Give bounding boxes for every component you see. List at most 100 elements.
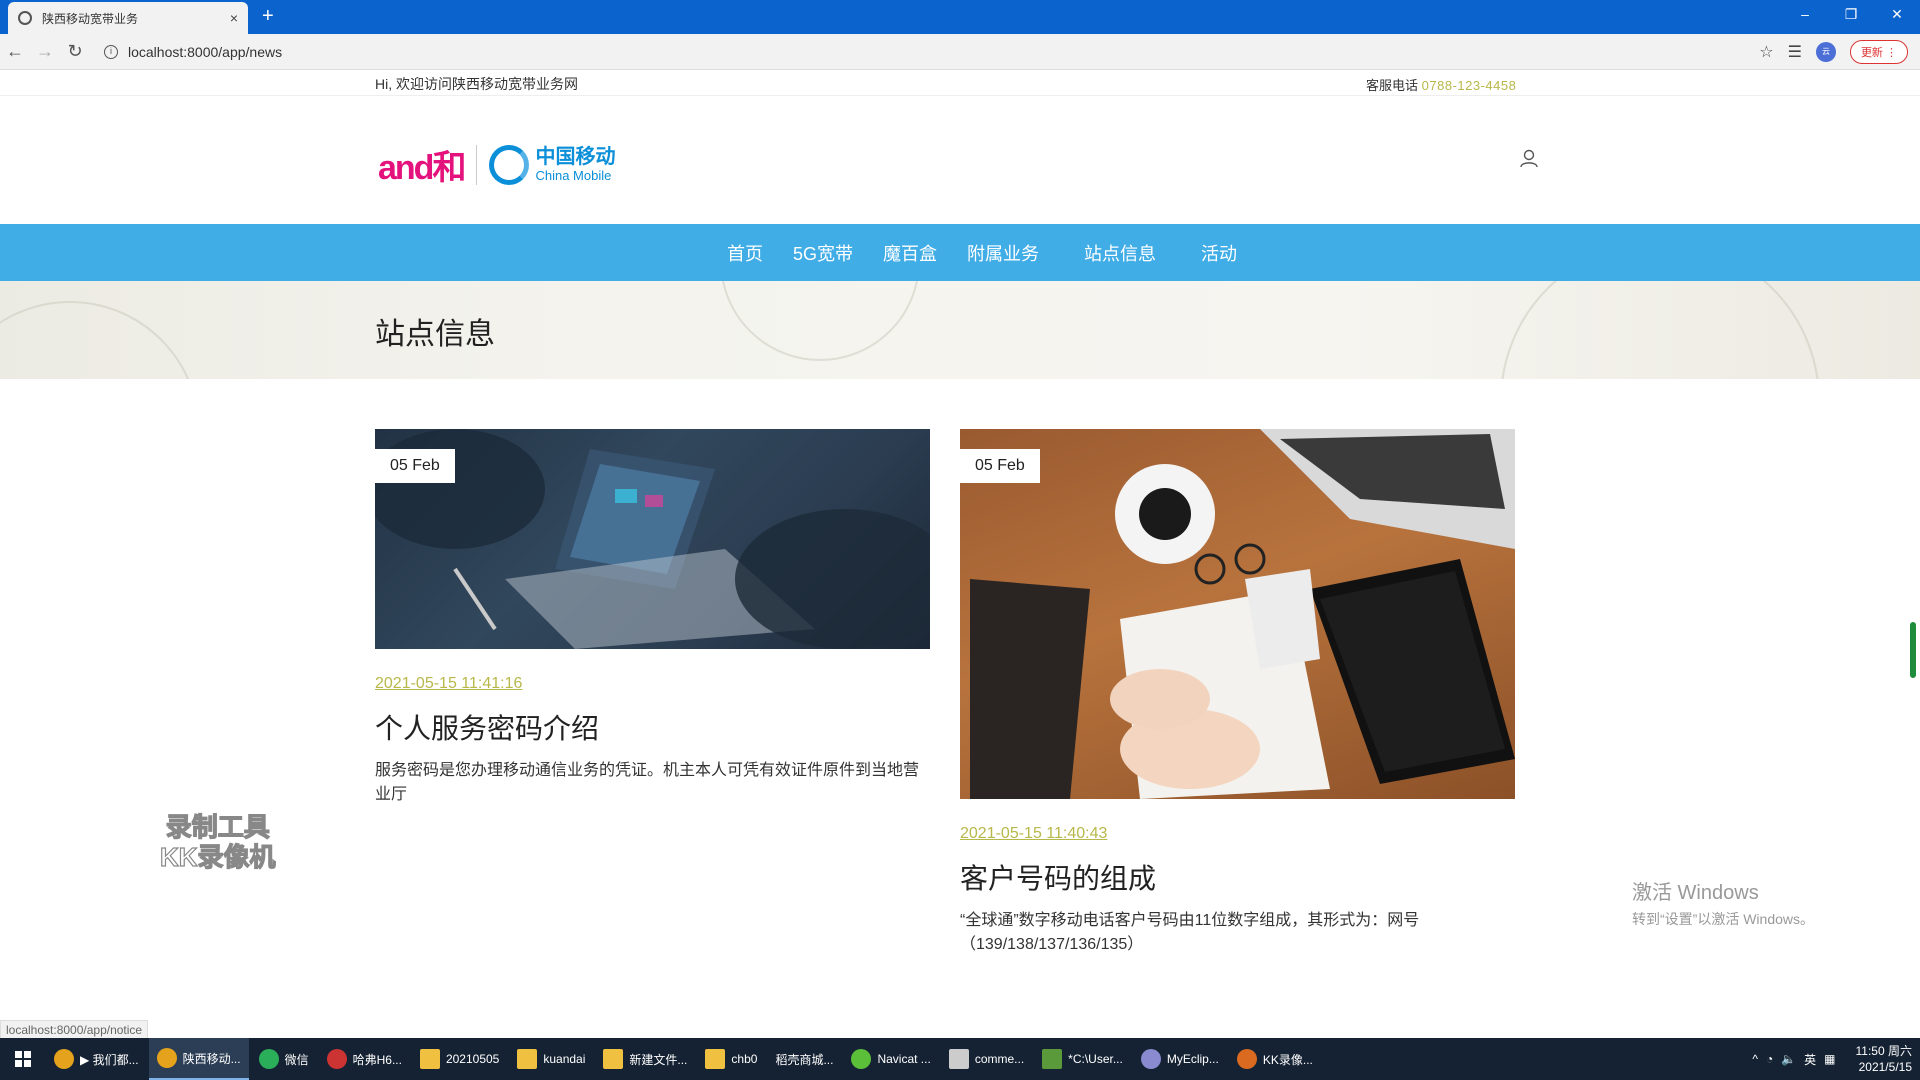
article-title[interactable]: 个人服务密码介绍 [375, 707, 930, 747]
hotline: 客服电话 0788-123-4458 [1366, 75, 1516, 94]
chrome-icon [54, 1049, 74, 1069]
banner-decoration [1500, 281, 1820, 379]
taskbar-item[interactable]: Navicat ... [843, 1038, 938, 1080]
browser-tabbar: 陕西移动宽带业务 × + – ❐ ✕ [0, 0, 1920, 34]
restore-button[interactable]: ❐ [1828, 0, 1874, 30]
desk-workspace-illustration [970, 429, 1515, 799]
date-badge: 05 Feb [375, 449, 455, 483]
taskbar-item[interactable]: 20210505 [412, 1038, 507, 1080]
nav-site-info[interactable]: 站点信息 [1084, 240, 1156, 266]
windows-activation-watermark: 激活 Windows 转到“设置”以激活 Windows。 [1632, 882, 1815, 927]
hotline-number[interactable]: 0788-123-4458 [1422, 78, 1517, 93]
wechat-icon [258, 1049, 279, 1069]
new-tab-button[interactable]: + [262, 6, 274, 26]
windows-taskbar: ▶ 我们都... 陕西移动... 微信 哈弗H6... 20210505 kua… [0, 1038, 1920, 1080]
window-controls: – ❐ ✕ [1782, 0, 1920, 30]
taskbar-item[interactable]: 哈弗H6... [319, 1038, 410, 1080]
tab-title: 陕西移动宽带业务 [42, 11, 139, 26]
close-tab-icon[interactable]: × [230, 10, 238, 26]
folder-icon [705, 1049, 726, 1069]
app-icon [326, 1049, 347, 1069]
eclipse-icon [1140, 1049, 1161, 1069]
browser-tab[interactable]: 陕西移动宽带业务 × [8, 2, 248, 34]
taskbar-item[interactable]: 稻壳商城... [767, 1038, 841, 1080]
article-image[interactable]: 05 Feb [375, 429, 930, 649]
article-excerpt: 服务密码是您办理移动通信业务的凭证。机主本人可凭有效证件原件到当地营业厅 [375, 762, 920, 803]
folder-icon [517, 1049, 538, 1069]
banner-decoration [0, 301, 200, 379]
taskbar-item[interactable]: comme... [941, 1038, 1032, 1080]
system-clock[interactable]: 11:50 周六 2021/5/15 [1856, 1043, 1912, 1075]
notepad-icon [1042, 1049, 1063, 1069]
page-title: 站点信息 [375, 317, 495, 352]
navicat-icon [851, 1049, 872, 1069]
keyboard-icon[interactable]: ▦ [1824, 1052, 1835, 1066]
site-logo[interactable]: and和 中国移动 China Mobile [378, 140, 615, 189]
status-bar-url: localhost:8000/app/notice [0, 1020, 149, 1040]
minimize-button[interactable]: – [1782, 0, 1828, 30]
taskbar-item[interactable]: MyEclip... [1133, 1038, 1227, 1080]
site-header: and和 中国移动 China Mobile [0, 96, 1920, 224]
taskbar-item[interactable]: 陕西移动... [148, 1038, 249, 1080]
taskbar-item[interactable]: KK录像... [1229, 1038, 1321, 1080]
page-banner: 站点信息 [0, 281, 1920, 379]
url-field[interactable]: localhost:8000/app/news [128, 44, 282, 60]
reload-icon[interactable]: ↻ [60, 41, 90, 62]
document-icon [948, 1049, 969, 1069]
china-mobile-swirl-icon [489, 144, 530, 185]
taskbar-item[interactable]: 微信 [251, 1038, 317, 1080]
globe-icon [18, 11, 32, 25]
windows-logo-icon [15, 1051, 31, 1067]
network-icon[interactable]: ◔ [1766, 1052, 1773, 1066]
taskbar-item[interactable]: ▶ 我们都... [46, 1038, 147, 1080]
star-icon[interactable]: ☆ [1759, 42, 1773, 62]
start-button[interactable] [0, 1038, 46, 1080]
and-logo: and和 [378, 149, 466, 187]
article-timestamp[interactable]: 2021-05-15 11:40:43 [960, 825, 1515, 843]
kk-recorder-watermark: 录制工具 KK录像机 [159, 811, 276, 872]
update-button[interactable]: 更新 ⋮ [1849, 39, 1908, 64]
kk-recorder-icon [1236, 1049, 1257, 1069]
taskbar-item[interactable]: kuandai [509, 1038, 593, 1080]
article-title[interactable]: 客户号码的组成 [960, 857, 1515, 897]
taskbar-item[interactable]: *C:\User... [1034, 1038, 1131, 1080]
profile-avatar[interactable]: 云 [1815, 41, 1836, 62]
article-card[interactable]: 05 Feb 2021-05-15 11:40:43 客户号码的组成 “全球通”… [960, 429, 1515, 957]
folder-icon [603, 1049, 624, 1069]
reading-list-icon[interactable]: ☰ [1788, 42, 1802, 62]
nav-5g-broadband[interactable]: 5G宽带 [793, 240, 853, 266]
nav-home[interactable]: 首页 [727, 240, 763, 266]
forward-arrow-icon[interactable]: → [30, 41, 60, 62]
taskbar-item[interactable]: 新建文件... [595, 1038, 695, 1080]
logo-en-text: China Mobile [535, 168, 612, 183]
nav-mobaihe[interactable]: 魔百盒 [883, 240, 937, 266]
welcome-text: Hi, 欢迎访问陕西移动宽带业务网 [375, 76, 578, 92]
scrollbar-thumb[interactable] [1910, 622, 1916, 678]
hotline-label: 客服电话 [1366, 78, 1419, 93]
system-tray: ^ ◔ 🔈 英 ▦ 11:50 周六 2021/5/15 [1752, 1043, 1920, 1075]
taskbar-item[interactable]: chb0 [697, 1038, 765, 1080]
logo-divider [476, 144, 478, 185]
article-timestamp[interactable]: 2021-05-15 11:41:16 [375, 675, 930, 693]
article-image[interactable]: 05 Feb [960, 429, 1515, 799]
banner-decoration [720, 281, 920, 361]
article-excerpt: “全球通”数字移动电话客户号码由11位数字组成，其形式为：网号（139/138/… [960, 912, 1420, 953]
date-badge: 05 Feb [960, 449, 1040, 483]
site-info-icon[interactable]: i [104, 44, 118, 59]
chevron-up-icon[interactable]: ^ [1752, 1052, 1758, 1066]
back-arrow-icon[interactable]: ← [0, 41, 30, 62]
ime-indicator[interactable]: 英 [1804, 1051, 1816, 1068]
volume-icon[interactable]: 🔈 [1781, 1052, 1796, 1066]
china-mobile-logo: 中国移动 China Mobile [489, 144, 616, 185]
article-card[interactable]: 05 Feb 2021-05-15 11:41:16 个人服务密码介绍 服务密码… [375, 429, 930, 807]
team-laptop-illustration [375, 429, 930, 649]
folder-icon [419, 1049, 440, 1069]
user-icon[interactable] [1518, 148, 1540, 168]
chrome-icon [156, 1048, 177, 1068]
close-window-button[interactable]: ✕ [1874, 0, 1920, 30]
logo-cn-text: 中国移动 [535, 146, 616, 168]
nav-additional-services[interactable]: 附属业务 [967, 240, 1039, 266]
top-strip: Hi, 欢迎访问陕西移动宽带业务网 客服电话 0788-123-4458 [0, 70, 1920, 96]
nav-activities[interactable]: 活动 [1201, 240, 1237, 266]
main-nav: 首页 5G宽带 魔百盒 附属业务 站点信息 活动 [0, 224, 1920, 281]
